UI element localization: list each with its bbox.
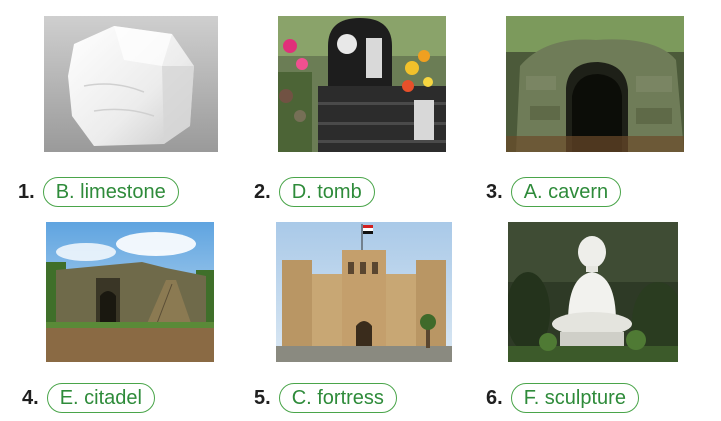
item-number: 3. bbox=[486, 180, 503, 203]
answer-pill: B. limestone bbox=[42, 177, 179, 207]
answer-pill: C. fortress bbox=[278, 383, 397, 413]
answer-pill: D. tomb bbox=[278, 177, 375, 207]
item-number: 2. bbox=[254, 180, 271, 203]
answer-row-5: 5. C. fortress bbox=[254, 382, 397, 414]
tomb-image bbox=[278, 16, 446, 152]
item-number: 4. bbox=[22, 386, 39, 409]
answer-row-6: 6. F. sculpture bbox=[486, 382, 639, 414]
fortress-image bbox=[276, 222, 452, 362]
cavern-image bbox=[506, 16, 684, 152]
item-number: 5. bbox=[254, 386, 271, 409]
answer-pill: E. citadel bbox=[46, 383, 155, 413]
answer-row-4: 4. E. citadel bbox=[22, 382, 155, 414]
answer-row-1: 1. B. limestone bbox=[18, 176, 179, 208]
answer-row-2: 2. D. tomb bbox=[254, 176, 375, 208]
sculpture-image bbox=[508, 222, 678, 362]
answer-pill: A. cavern bbox=[510, 177, 622, 207]
citadel-image bbox=[46, 222, 214, 362]
limestone-image bbox=[44, 16, 218, 152]
answer-pill: F. sculpture bbox=[510, 383, 639, 413]
answer-row-3: 3. A. cavern bbox=[486, 176, 622, 208]
item-number: 6. bbox=[486, 386, 503, 409]
item-number: 1. bbox=[18, 180, 35, 203]
